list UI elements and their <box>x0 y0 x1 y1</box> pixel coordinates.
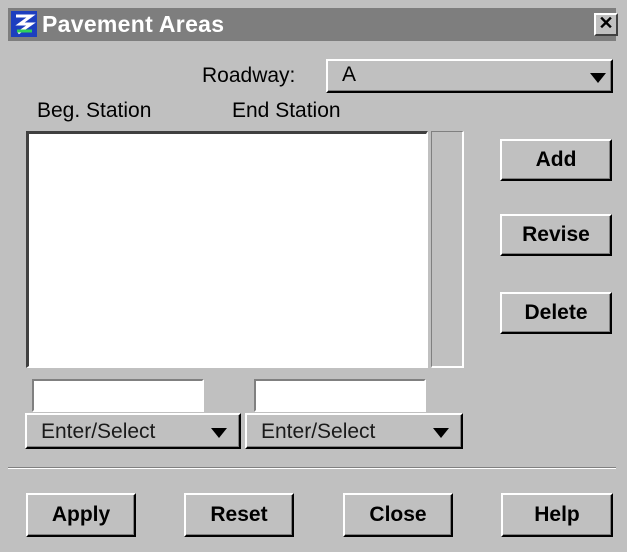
apply-button[interactable]: Apply <box>26 493 136 537</box>
window-title: Pavement Areas <box>42 11 225 37</box>
beg-station-header: Beg. Station <box>37 99 152 122</box>
chevron-down-icon <box>211 428 227 438</box>
roadway-label: Roadway: <box>202 64 296 87</box>
roadway-dropdown[interactable]: A <box>326 59 613 93</box>
title-bar[interactable]: Pavement Areas ✕ <box>8 8 618 41</box>
app-logo-icon <box>11 11 37 37</box>
station-list[interactable] <box>26 131 428 368</box>
beg-station-mode-dropdown[interactable]: Enter/Select <box>25 413 241 449</box>
chevron-down-icon <box>590 73 606 83</box>
close-window-button[interactable]: ✕ <box>594 13 618 36</box>
revise-button[interactable]: Revise <box>500 214 612 256</box>
end-station-header: End Station <box>232 99 341 122</box>
roadway-value: A <box>342 63 357 86</box>
close-button[interactable]: Close <box>343 493 453 537</box>
list-scrollbar[interactable] <box>431 131 464 368</box>
delete-button[interactable]: Delete <box>500 292 612 334</box>
end-station-mode-dropdown[interactable]: Enter/Select <box>245 413 463 449</box>
close-icon: ✕ <box>598 13 614 33</box>
help-button[interactable]: Help <box>501 493 613 537</box>
chevron-down-icon <box>433 428 449 438</box>
end-station-input[interactable] <box>254 379 426 412</box>
beg-station-input[interactable] <box>32 379 204 412</box>
beg-station-mode-value: Enter/Select <box>41 420 156 443</box>
separator <box>8 467 616 469</box>
reset-button[interactable]: Reset <box>184 493 294 537</box>
add-button[interactable]: Add <box>500 139 612 181</box>
end-station-mode-value: Enter/Select <box>261 420 376 443</box>
